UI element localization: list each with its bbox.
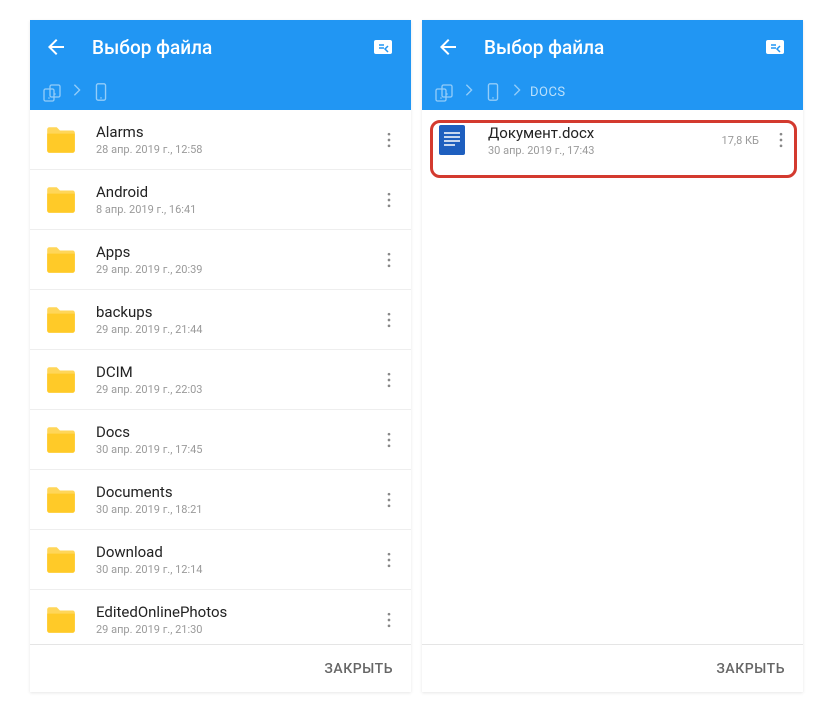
folder-icon <box>44 123 78 157</box>
more-button[interactable] <box>377 422 401 458</box>
chevron-right-icon <box>510 81 524 103</box>
row-name: Docs <box>96 423 377 441</box>
row-text: Docs 30 апр. 2019 г., 17:45 <box>96 423 377 456</box>
devices-icon[interactable] <box>434 81 456 103</box>
row-text: EditedOnlinePhotos 29 апр. 2019 г., 21:3… <box>96 603 377 636</box>
chevron-right-icon <box>70 81 84 103</box>
breadcrumb: DOCS <box>422 74 803 110</box>
chevron-right-icon <box>462 81 476 103</box>
row-text: Download 30 апр. 2019 г., 12:14 <box>96 543 377 576</box>
row-sub: 29 апр. 2019 г., 20:39 <box>96 263 377 276</box>
row-text: Android 8 апр. 2019 г., 16:41 <box>96 183 377 216</box>
row-text: Documents 30 апр. 2019 г., 18:21 <box>96 483 377 516</box>
row-sub: 8 апр. 2019 г., 16:41 <box>96 203 377 216</box>
phone-storage-icon[interactable] <box>482 81 504 103</box>
doc-file-icon <box>436 123 470 157</box>
more-button[interactable] <box>377 302 401 338</box>
row-text: Alarms 28 апр. 2019 г., 12:58 <box>96 123 377 156</box>
folder-icon <box>44 363 78 397</box>
row-name: Android <box>96 183 377 201</box>
row-sub: 30 апр. 2019 г., 18:21 <box>96 503 377 516</box>
devices-icon[interactable] <box>42 81 64 103</box>
row-sub: 30 апр. 2019 г., 17:45 <box>96 443 377 456</box>
folder-icon <box>44 423 78 457</box>
back-button[interactable] <box>436 35 460 59</box>
back-button[interactable] <box>44 35 68 59</box>
row-sub: 29 апр. 2019 г., 21:30 <box>96 623 377 636</box>
more-button[interactable] <box>377 602 401 638</box>
file-list: Документ.docx 30 апр. 2019 г., 17:43 17,… <box>422 110 803 644</box>
folder-row[interactable]: EditedOnlinePhotos 29 апр. 2019 г., 21:3… <box>30 590 411 644</box>
folder-row[interactable]: Alarms 28 апр. 2019 г., 12:58 <box>30 110 411 170</box>
breadcrumb <box>30 74 411 110</box>
file-row[interactable]: Документ.docx 30 апр. 2019 г., 17:43 17,… <box>422 110 803 170</box>
breadcrumb-folder[interactable]: DOCS <box>530 85 566 100</box>
close-button[interactable]: ЗАКРЫТЬ <box>324 661 393 677</box>
new-folder-button[interactable] <box>761 33 789 61</box>
more-button[interactable] <box>377 362 401 398</box>
footer: ЗАКРЫТЬ <box>30 644 411 692</box>
row-text: DCIM 29 апр. 2019 г., 22:03 <box>96 363 377 396</box>
folder-row[interactable]: Documents 30 апр. 2019 г., 18:21 <box>30 470 411 530</box>
folder-row[interactable]: Docs 30 апр. 2019 г., 17:45 <box>30 410 411 470</box>
row-name: DCIM <box>96 363 377 381</box>
row-name: EditedOnlinePhotos <box>96 603 377 621</box>
more-button[interactable] <box>769 122 793 158</box>
folder-row[interactable]: backups 29 апр. 2019 г., 21:44 <box>30 290 411 350</box>
row-sub: 28 апр. 2019 г., 12:58 <box>96 143 377 156</box>
folder-icon <box>44 603 78 637</box>
folder-icon <box>44 243 78 277</box>
header-title: Выбор файла <box>92 36 369 59</box>
folder-row[interactable]: Download 30 апр. 2019 г., 12:14 <box>30 530 411 590</box>
folder-icon <box>44 303 78 337</box>
row-sub: 29 апр. 2019 г., 21:44 <box>96 323 377 336</box>
folder-row[interactable]: Android 8 апр. 2019 г., 16:41 <box>30 170 411 230</box>
row-text: Apps 29 апр. 2019 г., 20:39 <box>96 243 377 276</box>
file-list: Alarms 28 апр. 2019 г., 12:58 Android 8 … <box>30 110 411 644</box>
row-name: Documents <box>96 483 377 501</box>
more-button[interactable] <box>377 542 401 578</box>
row-sub: 29 апр. 2019 г., 22:03 <box>96 383 377 396</box>
more-button[interactable] <box>377 482 401 518</box>
folder-row[interactable]: Apps 29 апр. 2019 г., 20:39 <box>30 230 411 290</box>
header: Выбор файла <box>422 20 803 74</box>
more-button[interactable] <box>377 242 401 278</box>
more-button[interactable] <box>377 122 401 158</box>
folder-row[interactable]: DCIM 29 апр. 2019 г., 22:03 <box>30 350 411 410</box>
header-title: Выбор файла <box>484 36 761 59</box>
folder-icon <box>44 543 78 577</box>
row-text: Документ.docx 30 апр. 2019 г., 17:43 <box>488 124 722 157</box>
folder-icon <box>44 183 78 217</box>
phone-storage-icon[interactable] <box>90 81 112 103</box>
row-sub: 30 апр. 2019 г., 17:43 <box>488 144 722 157</box>
row-name: backups <box>96 303 377 321</box>
new-folder-button[interactable] <box>369 33 397 61</box>
row-sub: 30 апр. 2019 г., 12:14 <box>96 563 377 576</box>
file-picker-panel-left: Выбор файла Alarms 28 апр. 2019 г., 12:5… <box>30 20 411 692</box>
more-button[interactable] <box>377 182 401 218</box>
file-picker-panel-right: Выбор файла DOCS Документ.docx 30 апр. 2… <box>422 20 803 692</box>
row-name: Alarms <box>96 123 377 141</box>
footer: ЗАКРЫТЬ <box>422 644 803 692</box>
row-size: 17,8 КБ <box>722 134 759 147</box>
header: Выбор файла <box>30 20 411 74</box>
folder-icon <box>44 483 78 517</box>
row-name: Apps <box>96 243 377 261</box>
close-button[interactable]: ЗАКРЫТЬ <box>716 661 785 677</box>
row-name: Документ.docx <box>488 124 722 142</box>
row-text: backups 29 апр. 2019 г., 21:44 <box>96 303 377 336</box>
row-name: Download <box>96 543 377 561</box>
